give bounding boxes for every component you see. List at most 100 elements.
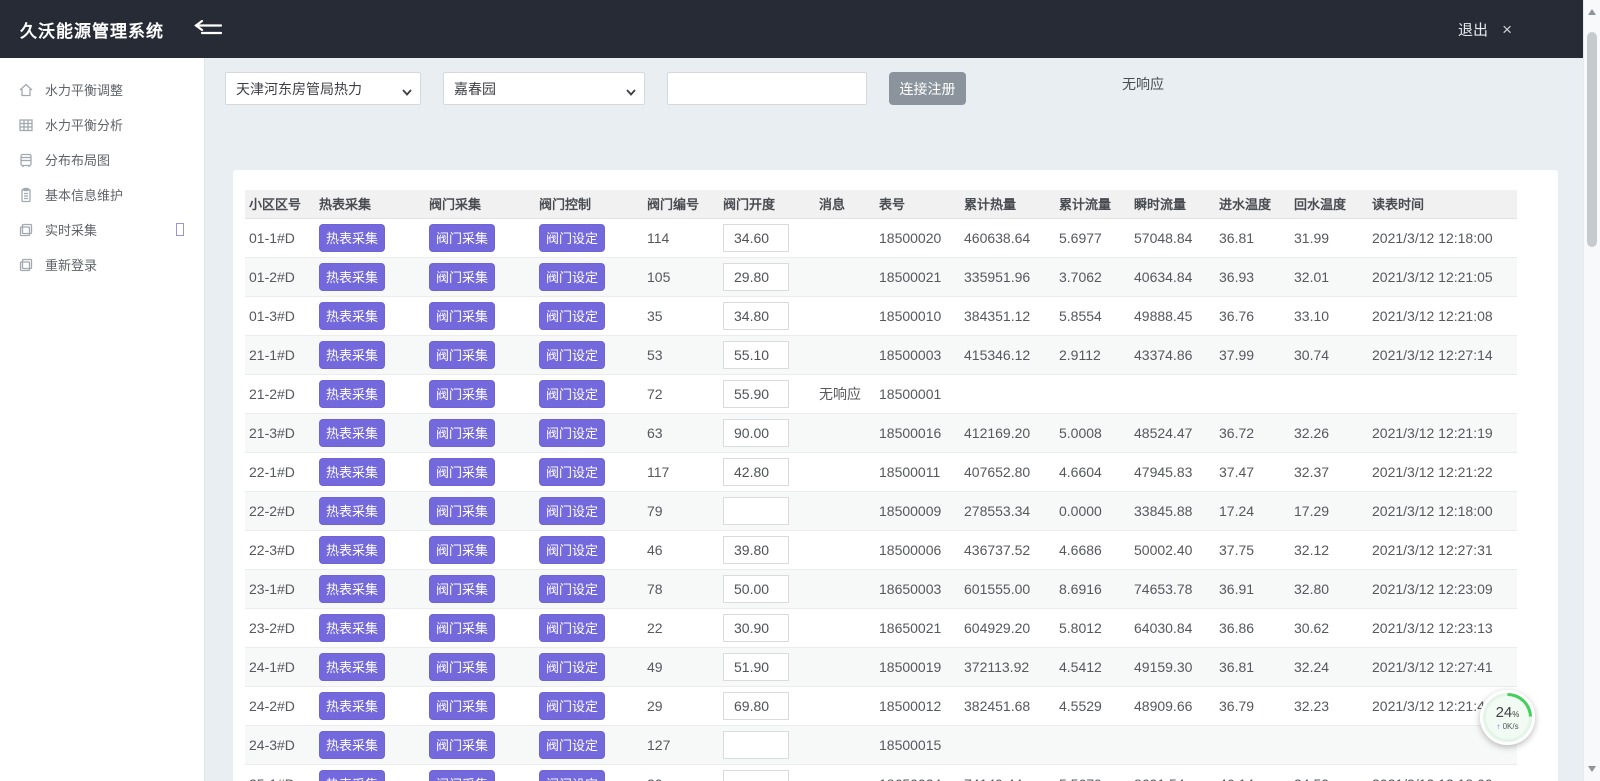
community-select-wrap: 嘉春园 (443, 72, 645, 105)
valve-opening-input[interactable] (723, 224, 789, 252)
heat-collect-button[interactable]: 热表采集 (319, 380, 385, 408)
table-row: 22-2#D 热表采集 阀门采集 阀门设定 79 18500009 278553… (245, 491, 1517, 530)
valve-collect-button[interactable]: 阀门采集 (429, 302, 495, 330)
valve-collect-button[interactable]: 阀门采集 (429, 497, 495, 525)
valve-set-button[interactable]: 阀门设定 (539, 536, 605, 564)
valve-opening-input[interactable] (723, 263, 789, 291)
valve-set-button[interactable]: 阀门设定 (539, 692, 605, 720)
sidebar-item-label: 实时采集 (45, 220, 97, 239)
heat-collect-button[interactable]: 热表采集 (319, 770, 385, 781)
valve-opening-input[interactable] (723, 341, 789, 369)
valve-opening-input[interactable] (723, 653, 789, 681)
valve-collect-button[interactable]: 阀门采集 (429, 458, 495, 486)
sidebar-collapse-icon[interactable] (188, 20, 226, 38)
valve-set-button[interactable]: 阀门设定 (539, 770, 605, 781)
connect-register-button[interactable]: 连接注册 (889, 72, 966, 105)
valve-collect-cell: 阀门采集 (425, 335, 535, 374)
valve-opening-input[interactable] (723, 302, 789, 330)
valve-set-button[interactable]: 阀门设定 (539, 263, 605, 291)
scrollbar-thumb[interactable] (1587, 32, 1597, 247)
sidebar-item-realtime-collect[interactable]: 实时采集 (0, 212, 204, 247)
valve-collect-button[interactable]: 阀门采集 (429, 536, 495, 564)
heat-collect-button[interactable]: 热表采集 (319, 614, 385, 642)
sidebar-item-relogin[interactable]: 重新登录 (0, 247, 204, 282)
valve-opening-input[interactable] (723, 419, 789, 447)
valve-opening-cell (719, 530, 815, 569)
valve-set-button[interactable]: 阀门设定 (539, 575, 605, 603)
total-flow-cell: 4.5412 (1055, 647, 1130, 686)
scroll-down-arrow[interactable] (1588, 766, 1596, 772)
valve-set-button[interactable]: 阀门设定 (539, 614, 605, 642)
valve-opening-input[interactable] (723, 380, 789, 408)
valve-opening-input[interactable] (723, 536, 789, 564)
community-select[interactable]: 嘉春园 (443, 72, 645, 105)
scroll-up-arrow[interactable] (1588, 9, 1596, 15)
valve-collect-button[interactable]: 阀门采集 (429, 575, 495, 603)
valve-opening-cell (719, 218, 815, 257)
valve-collect-button[interactable]: 阀门采集 (429, 341, 495, 369)
speed-widget-inner: 24% ↑ 0K/s (1486, 696, 1529, 739)
valve-no-cell: 22 (643, 608, 719, 647)
heat-collect-button[interactable]: 热表采集 (319, 341, 385, 369)
valve-collect-button[interactable]: 阀门采集 (429, 614, 495, 642)
heat-collect-button[interactable]: 热表采集 (319, 302, 385, 330)
meter-no-cell: 18500016 (875, 413, 960, 452)
in-temp-cell (1215, 374, 1290, 413)
valve-opening-input[interactable] (723, 770, 789, 781)
valve-set-button[interactable]: 阀门设定 (539, 731, 605, 759)
heat-collect-button[interactable]: 热表采集 (319, 224, 385, 252)
heat-collect-button[interactable]: 热表采集 (319, 692, 385, 720)
heat-collect-button[interactable]: 热表采集 (319, 497, 385, 525)
valve-opening-cell (719, 452, 815, 491)
heat-collect-cell: 热表采集 (315, 530, 425, 569)
in-temp-cell: 37.75 (1215, 530, 1290, 569)
valve-set-button[interactable]: 阀门设定 (539, 341, 605, 369)
station-select[interactable]: 天津河东房管局热力 (225, 72, 421, 105)
meter-no-cell: 18500009 (875, 491, 960, 530)
heat-collect-button[interactable]: 热表采集 (319, 263, 385, 291)
valve-set-button[interactable]: 阀门设定 (539, 224, 605, 252)
valve-collect-button[interactable]: 阀门采集 (429, 224, 495, 252)
valve-set-button[interactable]: 阀门设定 (539, 380, 605, 408)
logout-button[interactable]: 退出 (1458, 19, 1488, 40)
in-temp-cell: 37.99 (1215, 335, 1290, 374)
valve-set-button[interactable]: 阀门设定 (539, 497, 605, 525)
total-heat-cell: 412169.20 (960, 413, 1055, 452)
heat-collect-button[interactable]: 热表采集 (319, 575, 385, 603)
sidebar-item-hydraulic-adjust[interactable]: 水力平衡调整 (0, 72, 204, 107)
valve-set-button[interactable]: 阀门设定 (539, 419, 605, 447)
heat-collect-button[interactable]: 热表采集 (319, 536, 385, 564)
valve-collect-button[interactable]: 阀门采集 (429, 380, 495, 408)
valve-collect-button[interactable]: 阀门采集 (429, 692, 495, 720)
app-header: 久沃能源管理系统 退出 × (0, 0, 1600, 58)
register-input[interactable] (667, 72, 867, 105)
out-temp-cell: 32.80 (1290, 569, 1368, 608)
valve-set-button[interactable]: 阀门设定 (539, 302, 605, 330)
sidebar-item-distribution-layout[interactable]: 分布布局图 (0, 142, 204, 177)
valve-opening-input[interactable] (723, 692, 789, 720)
heat-collect-button[interactable]: 热表采集 (319, 731, 385, 759)
valve-collect-button[interactable]: 阀门采集 (429, 419, 495, 447)
valve-opening-input[interactable] (723, 731, 789, 759)
collection-table: 小区区号 热表采集 阀门采集 阀门控制 阀门编号 阀门开度 消息 表号 累计热量… (245, 190, 1517, 781)
heat-collect-button[interactable]: 热表采集 (319, 458, 385, 486)
valve-opening-input[interactable] (723, 614, 789, 642)
valve-set-button[interactable]: 阀门设定 (539, 458, 605, 486)
sidebar-item-hydraulic-analysis[interactable]: 水力平衡分析 (0, 107, 204, 142)
valve-opening-input[interactable] (723, 575, 789, 603)
download-speed-widget[interactable]: 24% ↑ 0K/s (1480, 690, 1535, 745)
zone-cell: 24-1#D (245, 647, 315, 686)
valve-collect-button[interactable]: 阀门采集 (429, 770, 495, 781)
heat-collect-button[interactable]: 热表采集 (319, 653, 385, 681)
heat-collect-button[interactable]: 热表采集 (319, 419, 385, 447)
valve-collect-button[interactable]: 阀门采集 (429, 731, 495, 759)
valve-opening-input[interactable] (723, 458, 789, 486)
valve-collect-button[interactable]: 阀门采集 (429, 263, 495, 291)
sidebar-item-basic-info[interactable]: 基本信息维护 (0, 177, 204, 212)
valve-opening-input[interactable] (723, 497, 789, 525)
close-icon[interactable]: × (1502, 21, 1512, 38)
valve-set-button[interactable]: 阀门设定 (539, 653, 605, 681)
valve-collect-button[interactable]: 阀门采集 (429, 653, 495, 681)
valve-opening-cell (719, 257, 815, 296)
message-cell (815, 608, 875, 647)
